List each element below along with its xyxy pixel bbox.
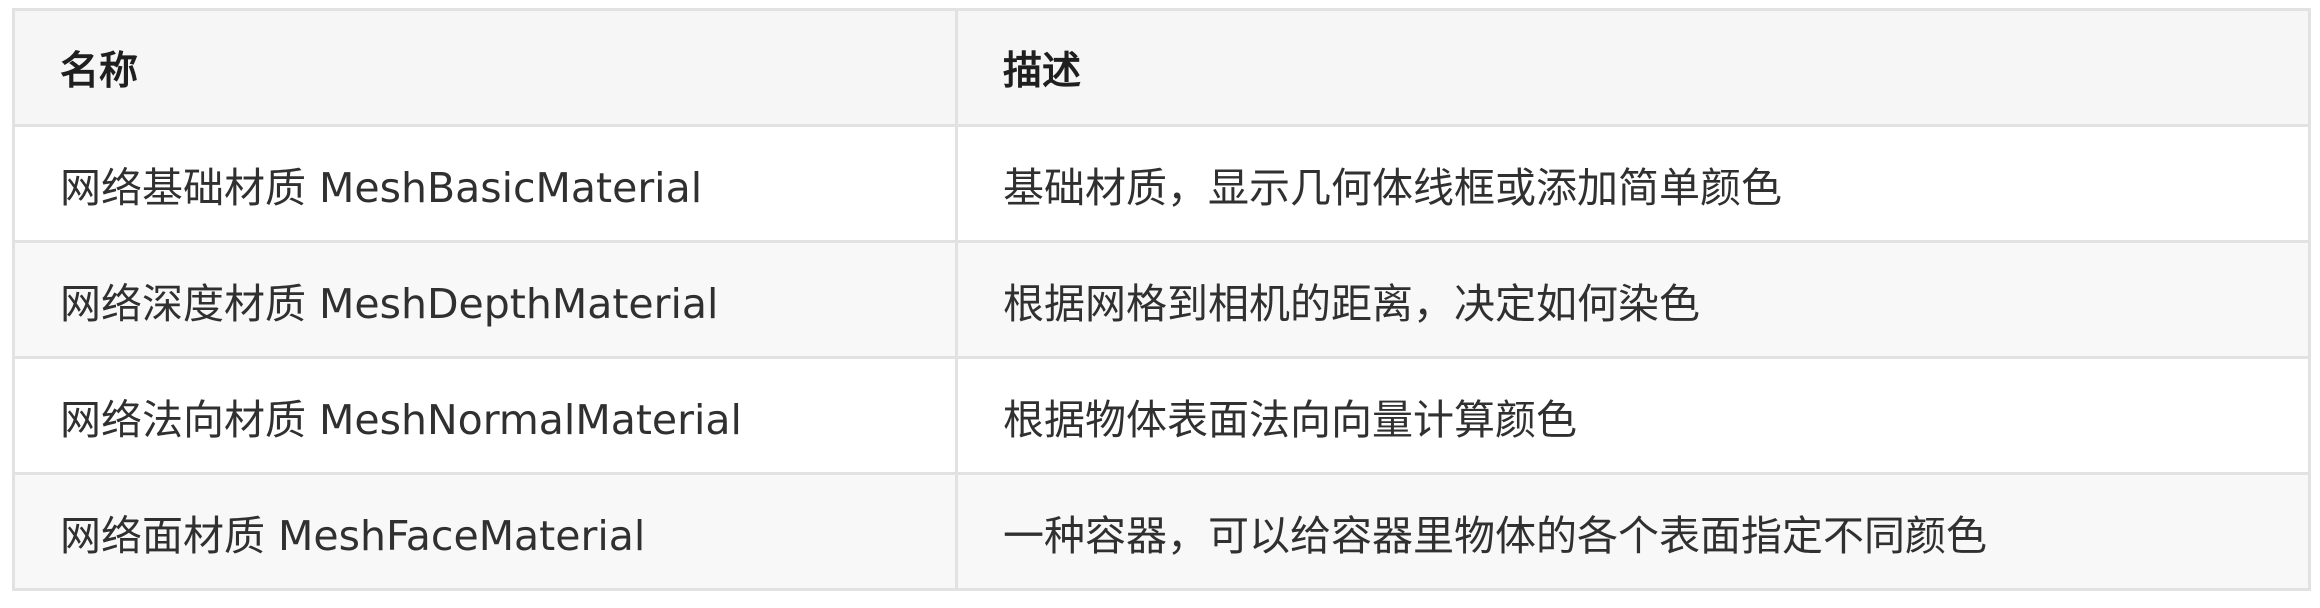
table-body: 网络基础材质 MeshBasicMaterial 基础材质，显示几何体线框或添加… xyxy=(12,124,2311,591)
materials-table-container: 名称 描述 网络基础材质 MeshBasicMaterial 基础材质，显示几何… xyxy=(12,8,2311,596)
table-row: 网络法向材质 MeshNormalMaterial 根据物体表面法向向量计算颜色 xyxy=(12,356,2311,475)
table-row: 网络深度材质 MeshDepthMaterial 根据网格到相机的距离，决定如何… xyxy=(12,240,2311,359)
cell-description: 一种容器，可以给容器里物体的各个表面指定不同颜色 xyxy=(955,472,2311,591)
cell-name: 网络法向材质 MeshNormalMaterial xyxy=(12,356,958,475)
table-row: 网络基础材质 MeshBasicMaterial 基础材质，显示几何体线框或添加… xyxy=(12,124,2311,243)
materials-table: 名称 描述 网络基础材质 MeshBasicMaterial 基础材质，显示几何… xyxy=(12,8,2311,591)
header-name: 名称 xyxy=(12,8,958,127)
header-row: 名称 描述 xyxy=(12,8,2311,127)
cell-description: 根据物体表面法向向量计算颜色 xyxy=(955,356,2311,475)
cell-description: 根据网格到相机的距离，决定如何染色 xyxy=(955,240,2311,359)
cell-description: 基础材质，显示几何体线框或添加简单颜色 xyxy=(955,124,2311,243)
table-header: 名称 描述 xyxy=(12,8,2311,127)
cell-name: 网络面材质 MeshFaceMaterial xyxy=(12,472,958,591)
table-row: 网络面材质 MeshFaceMaterial 一种容器，可以给容器里物体的各个表… xyxy=(12,472,2311,591)
cell-name: 网络基础材质 MeshBasicMaterial xyxy=(12,124,958,243)
header-description: 描述 xyxy=(955,8,2311,127)
cell-name: 网络深度材质 MeshDepthMaterial xyxy=(12,240,958,359)
